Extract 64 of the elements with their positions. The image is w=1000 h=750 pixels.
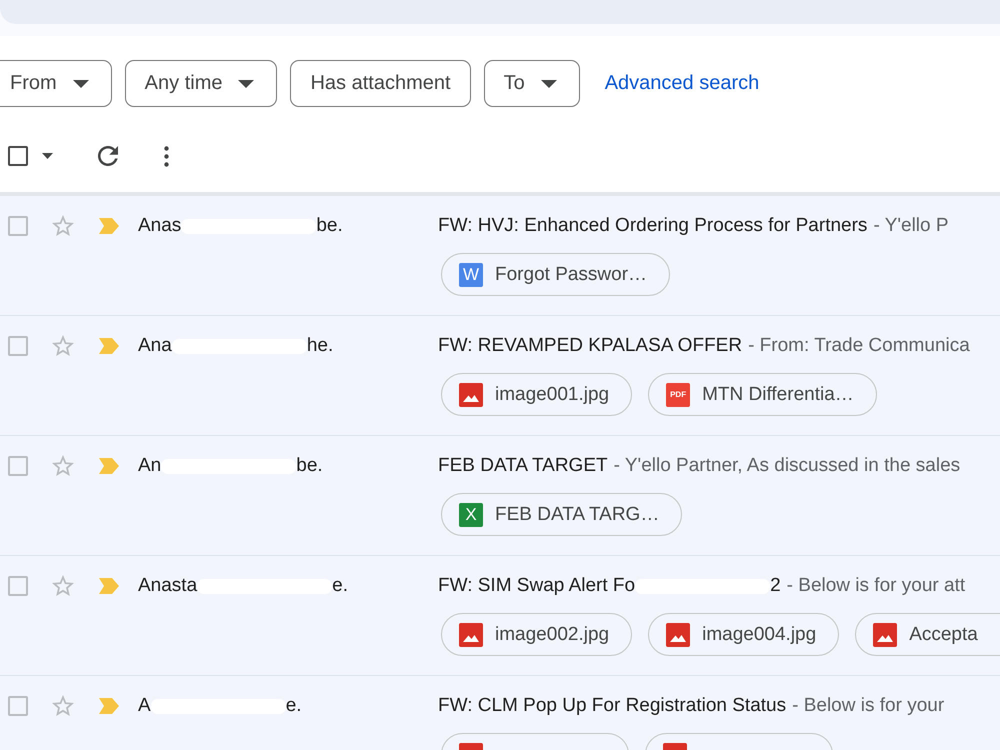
row-checkbox[interactable] [8,696,28,716]
filter-chip[interactable]: Any time [124,60,278,107]
image-file-icon [459,622,483,646]
caret-icon[interactable] [42,153,53,159]
sender-name: Ana [138,334,172,358]
excel-file-icon: X [459,502,483,526]
filter-chip[interactable]: From [0,60,112,107]
select-all-checkbox[interactable] [8,146,28,166]
email-snippet: - Y'ello Partner, As discussed in the sales [614,455,960,477]
sender-name: Anas [138,214,182,238]
sender-name: be. [316,214,343,238]
attachment-chip[interactable]: X FEB DATA TARG… [441,493,682,536]
email-row[interactable]: A e. FW: CLM Pop Up For Registration Status - Below is for your [0,676,1000,750]
row-checkbox[interactable] [8,336,28,356]
attachment-chip[interactable]: image004.jpg [648,613,840,656]
importance-marker-icon[interactable] [99,578,119,594]
attachment-chip[interactable]: image002.jpg [441,613,632,656]
importance-marker-icon[interactable] [99,218,119,234]
importance-marker-icon[interactable] [99,338,119,354]
row-checkbox[interactable] [8,216,28,236]
email-snippet: - From: Trade Communica [748,335,970,357]
image-file-icon [873,622,898,646]
sender-name: e. [332,574,348,598]
advanced-search-link[interactable]: Advanced search [604,72,760,95]
importance-marker-icon[interactable] [99,698,119,714]
email-row[interactable]: Anas be. FW: HVJ: Enhanced Ordering Process for Partners - Y'ello P W Forgot Passwor… [0,196,1000,316]
row-checkbox[interactable] [8,456,28,476]
attachment-chip[interactable]: W Forgot Passwor… [441,253,670,296]
importance-marker-icon[interactable] [99,458,119,474]
sender-name: e. [286,694,302,718]
email-subject: FW: SIM Swap Alert Fo [438,575,636,597]
email-subject: FW: HVJ: Enhanced Ordering Process for Partners [438,215,868,237]
email-subject: FEB DATA TARGET [438,455,608,477]
email-subject: FW: REVAMPED KPALASA OFFER [438,335,742,357]
more-options-icon[interactable] [164,146,169,166]
star-outline-icon[interactable] [52,215,74,236]
email-row[interactable]: An be. FEB DATA TARGET - Y'ello Partner, As discussed in the sales X FEB DATA TARG… [0,436,1000,556]
email-subject: 2 [770,575,781,597]
image-file-icon [459,382,483,406]
star-outline-icon[interactable] [52,695,74,716]
star-outline-icon[interactable] [52,335,74,356]
email-snippet: - Y'ello P [873,215,949,237]
email-snippet: - Below is for your [792,695,944,717]
sender-name: be. [296,454,323,478]
row-checkbox[interactable] [8,576,28,596]
sender-name: he. [306,334,334,358]
pdf-file-icon: PDF [666,382,690,406]
email-snippet: - Below is for your att [786,575,966,597]
filter-chip[interactable]: Has attachment [290,60,471,107]
word-file-icon: W [459,262,483,286]
email-row[interactable]: Ana he. FW: REVAMPED KPALASA OFFER - From: Trade Communica image001.jpg PDF MTN Differentia… [0,316,1000,436]
attachment-chip[interactable]: PDF MTN Differentia… [648,373,877,416]
star-outline-icon[interactable] [52,575,74,596]
email-row[interactable]: Anasta e. FW: SIM Swap Alert Fo 2 - Below is for your att image002.jpg image004.jpg Accepta [0,556,1000,676]
refresh-icon[interactable] [98,146,118,166]
image-file-icon [666,622,690,646]
attachment-chip[interactable]: image001.jpg [441,373,632,416]
filter-chip[interactable]: To [484,60,580,107]
sender-name: A [138,694,151,718]
email-subject: FW: CLM Pop Up For Registration Status [438,695,786,717]
star-outline-icon[interactable] [52,455,74,476]
attachment-chip[interactable]: Accepta [855,613,1000,656]
sender-name: An [138,454,162,478]
sender-name: Anasta [138,574,198,598]
